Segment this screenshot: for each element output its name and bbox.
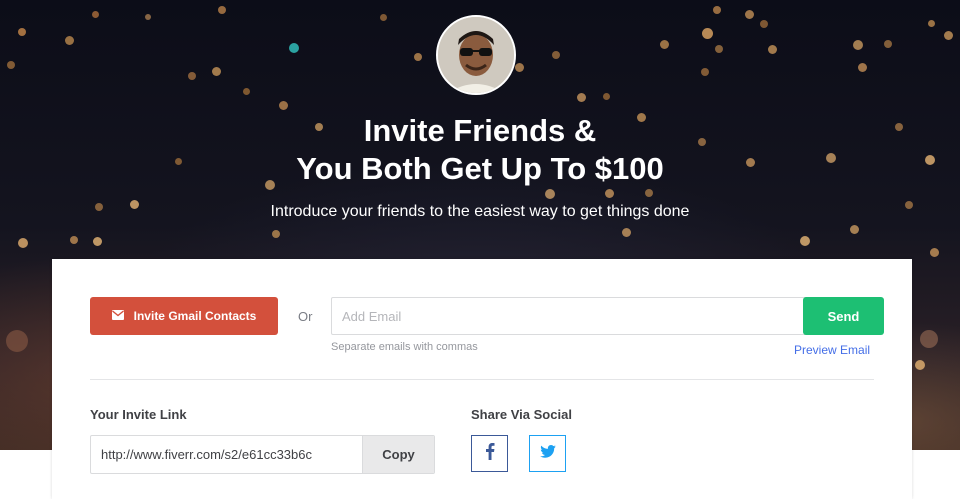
bokeh-light <box>380 14 387 21</box>
bokeh-light <box>65 36 74 45</box>
bokeh-light <box>145 14 151 20</box>
bokeh-light <box>603 93 610 100</box>
bokeh-light <box>515 63 524 72</box>
bokeh-light <box>915 360 925 370</box>
bokeh-light <box>853 40 863 50</box>
invite-link-url[interactable]: http://www.fiverr.com/s2/e61cc33b6c <box>91 436 362 473</box>
twitter-share-button[interactable] <box>529 435 566 472</box>
bokeh-light <box>645 189 653 197</box>
email-hint: Separate emails with commas <box>331 341 478 353</box>
bokeh-light <box>944 31 953 40</box>
bokeh-light <box>70 236 78 244</box>
bokeh-light <box>545 189 555 199</box>
share-social-heading: Share Via Social <box>471 407 572 422</box>
bokeh-light <box>7 61 15 69</box>
invite-card: Invite Gmail Contacts Or Separate emails… <box>52 259 912 499</box>
bokeh-light <box>243 88 250 95</box>
user-avatar <box>436 15 516 95</box>
preview-email-link[interactable]: Preview Email <box>794 343 870 357</box>
bokeh-light <box>188 72 196 80</box>
invite-link-box: http://www.fiverr.com/s2/e61cc33b6c Copy <box>90 435 435 474</box>
invite-gmail-button[interactable]: Invite Gmail Contacts <box>90 297 278 335</box>
bokeh-light <box>414 53 422 61</box>
bokeh-light <box>850 225 859 234</box>
send-button[interactable]: Send <box>803 297 884 335</box>
bokeh-light <box>768 45 777 54</box>
copy-button[interactable]: Copy <box>362 436 434 473</box>
invite-link-heading: Your Invite Link <box>90 407 187 422</box>
bokeh-light <box>884 40 892 48</box>
bokeh-light <box>92 11 99 18</box>
email-input[interactable] <box>331 297 813 335</box>
twitter-icon <box>539 444 556 463</box>
bokeh-light <box>605 189 614 198</box>
divider <box>90 379 874 380</box>
hero-title-line2: You Both Get Up To $100 <box>296 151 664 186</box>
hero-subtitle: Introduce your friends to the easiest wa… <box>270 203 690 220</box>
bokeh-light <box>760 20 768 28</box>
bokeh-light <box>577 93 586 102</box>
bokeh-light <box>552 51 560 59</box>
bokeh-light <box>745 10 754 19</box>
facebook-icon <box>485 442 495 465</box>
bokeh-light <box>928 20 935 27</box>
hero-title-line1: Invite Friends & <box>363 113 597 148</box>
bokeh-light <box>858 63 867 72</box>
bokeh-light <box>920 330 938 348</box>
bokeh-light <box>289 43 299 53</box>
bokeh-light <box>272 230 280 238</box>
bokeh-light <box>702 28 713 39</box>
bokeh-light <box>713 6 721 14</box>
bokeh-light <box>6 330 28 352</box>
or-label: Or <box>298 309 313 324</box>
bokeh-light <box>18 238 28 248</box>
facebook-share-button[interactable] <box>471 435 508 472</box>
bokeh-light <box>212 67 221 76</box>
bokeh-light <box>93 237 102 246</box>
bokeh-light <box>701 68 709 76</box>
invite-gmail-label: Invite Gmail Contacts <box>133 309 257 323</box>
bokeh-light <box>660 40 669 49</box>
bokeh-light <box>622 228 631 237</box>
bokeh-light <box>930 248 939 257</box>
envelope-icon <box>111 309 124 323</box>
bokeh-light <box>18 28 26 36</box>
bokeh-light <box>715 45 723 53</box>
hero-title: Invite Friends & You Both Get Up To $100 <box>0 112 960 188</box>
bokeh-light <box>279 101 288 110</box>
bokeh-light <box>218 6 226 14</box>
bokeh-light <box>800 236 810 246</box>
